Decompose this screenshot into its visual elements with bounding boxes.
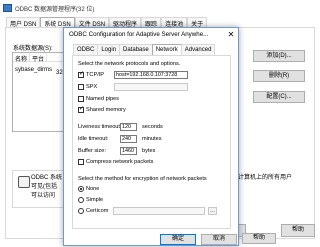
dialog-title: ODBC Configuration for Adaptive Server A… bbox=[69, 31, 209, 38]
spx-options-input[interactable] bbox=[114, 83, 188, 91]
encryption-none-label: None bbox=[86, 186, 100, 192]
admin-help-button[interactable]: 帮助 bbox=[281, 224, 315, 237]
ok-button[interactable]: 确定 bbox=[160, 234, 196, 245]
dialog-tabs: ODBC Login Database Network Advanced bbox=[73, 44, 216, 56]
tab-login[interactable]: Login bbox=[97, 44, 121, 55]
system-dsn-label: 系统数据源(S): bbox=[13, 46, 53, 52]
certicom-options-input[interactable] bbox=[113, 207, 205, 215]
shared-memory-checkbox[interactable] bbox=[78, 106, 84, 113]
close-icon[interactable]: ✕ bbox=[226, 30, 236, 40]
tcpip-checkbox[interactable] bbox=[78, 71, 84, 78]
spx-label: SPX bbox=[86, 84, 98, 90]
tab-odbc[interactable]: ODBC bbox=[73, 44, 99, 55]
spx-checkbox[interactable] bbox=[78, 84, 84, 90]
tab-connection-pooling[interactable]: 连接池 bbox=[161, 17, 188, 28]
column-header-platform[interactable]: 平台 bbox=[30, 53, 48, 63]
tcpip-options-input[interactable]: host=192.168.0.107:3728 bbox=[114, 71, 188, 79]
idle-timeout-input[interactable]: 240 bbox=[120, 135, 137, 143]
shared-memory-label: Shared memory bbox=[86, 107, 126, 113]
tab-drivers[interactable]: 驱动程序 bbox=[109, 17, 142, 28]
system-dsn-list[interactable]: 名称 平台 sybase_dirms 32 位 bbox=[12, 52, 70, 132]
cancel-button[interactable]: 取消 bbox=[201, 234, 237, 245]
tab-user-dsn[interactable]: 用户 DSN bbox=[6, 17, 41, 28]
admin-titlebar: ODBC 数据源管理程序(32 位) bbox=[0, 0, 320, 16]
encryption-certicom-label: Certicom bbox=[86, 208, 109, 214]
tab-advanced[interactable]: Advanced bbox=[180, 44, 216, 55]
dsn-name: sybase_dirms bbox=[15, 67, 53, 73]
sqlanywhere-config-dialog: ODBC Configuration for Adaptive Server A… bbox=[63, 27, 239, 246]
named-pipes-label: Named pipes bbox=[86, 96, 119, 102]
buffer-size-label: Buffer size: bbox=[78, 148, 106, 154]
tab-file-dsn[interactable]: 文件 DSN bbox=[74, 17, 110, 28]
list-header: 名称 平台 bbox=[13, 53, 69, 63]
info-icon bbox=[18, 176, 30, 188]
info-text-right: 计算机上的所有用户 bbox=[238, 175, 293, 181]
idle-timeout-label: Idle timeout: bbox=[78, 136, 109, 142]
named-pipes-checkbox[interactable] bbox=[78, 96, 84, 102]
tab-system-dsn[interactable]: 系统 DSN bbox=[40, 17, 75, 28]
network-panel: Select the network protocols and options… bbox=[72, 55, 231, 229]
encryption-none-radio[interactable] bbox=[78, 186, 84, 192]
admin-title: ODBC 数据源管理程序(32 位) bbox=[15, 7, 95, 13]
certicom-browse-button[interactable]: … bbox=[208, 207, 217, 215]
admin-tabs: 用户 DSN 系统 DSN 文件 DSN 驱动程序 跟踪 连接池 关于 bbox=[6, 17, 208, 28]
odbc-app-icon bbox=[3, 4, 12, 12]
liveness-timeout-unit: seconds bbox=[142, 124, 163, 130]
help-button[interactable]: 帮助 bbox=[242, 233, 276, 244]
configure-button[interactable]: 配置(C)... bbox=[253, 91, 305, 103]
compress-checkbox[interactable] bbox=[78, 159, 84, 165]
add-button[interactable]: 添加(D)... bbox=[253, 50, 305, 62]
encryption-heading: Select the method for encryption of netw… bbox=[78, 176, 207, 182]
buffer-size-unit: bytes bbox=[142, 148, 156, 154]
encryption-certicom-radio[interactable] bbox=[78, 208, 84, 214]
remove-button[interactable]: 删除(R) bbox=[253, 70, 305, 82]
tab-tracing[interactable]: 跟踪 bbox=[141, 17, 162, 28]
list-item[interactable]: sybase_dirms 32 位 bbox=[13, 66, 70, 76]
buffer-size-input[interactable]: 1460 bbox=[120, 147, 137, 155]
liveness-timeout-input[interactable]: 120 bbox=[120, 123, 137, 131]
protocols-heading: Select the network protocols and options… bbox=[78, 61, 181, 67]
dialog-titlebar[interactable]: ODBC Configuration for Adaptive Server A… bbox=[64, 28, 238, 42]
tab-database[interactable]: Database bbox=[119, 44, 153, 55]
column-header-name[interactable]: 名称 bbox=[13, 53, 31, 63]
tcpip-label: TCP/IP bbox=[86, 72, 105, 78]
compress-label: Compress network packets bbox=[86, 159, 154, 165]
liveness-timeout-label: Liveness timeout: bbox=[78, 124, 122, 130]
encryption-simple-label: Simple bbox=[86, 197, 104, 203]
encryption-simple-radio[interactable] bbox=[78, 197, 84, 203]
idle-timeout-unit: minutes bbox=[142, 136, 162, 142]
tab-about[interactable]: 关于 bbox=[187, 17, 208, 28]
